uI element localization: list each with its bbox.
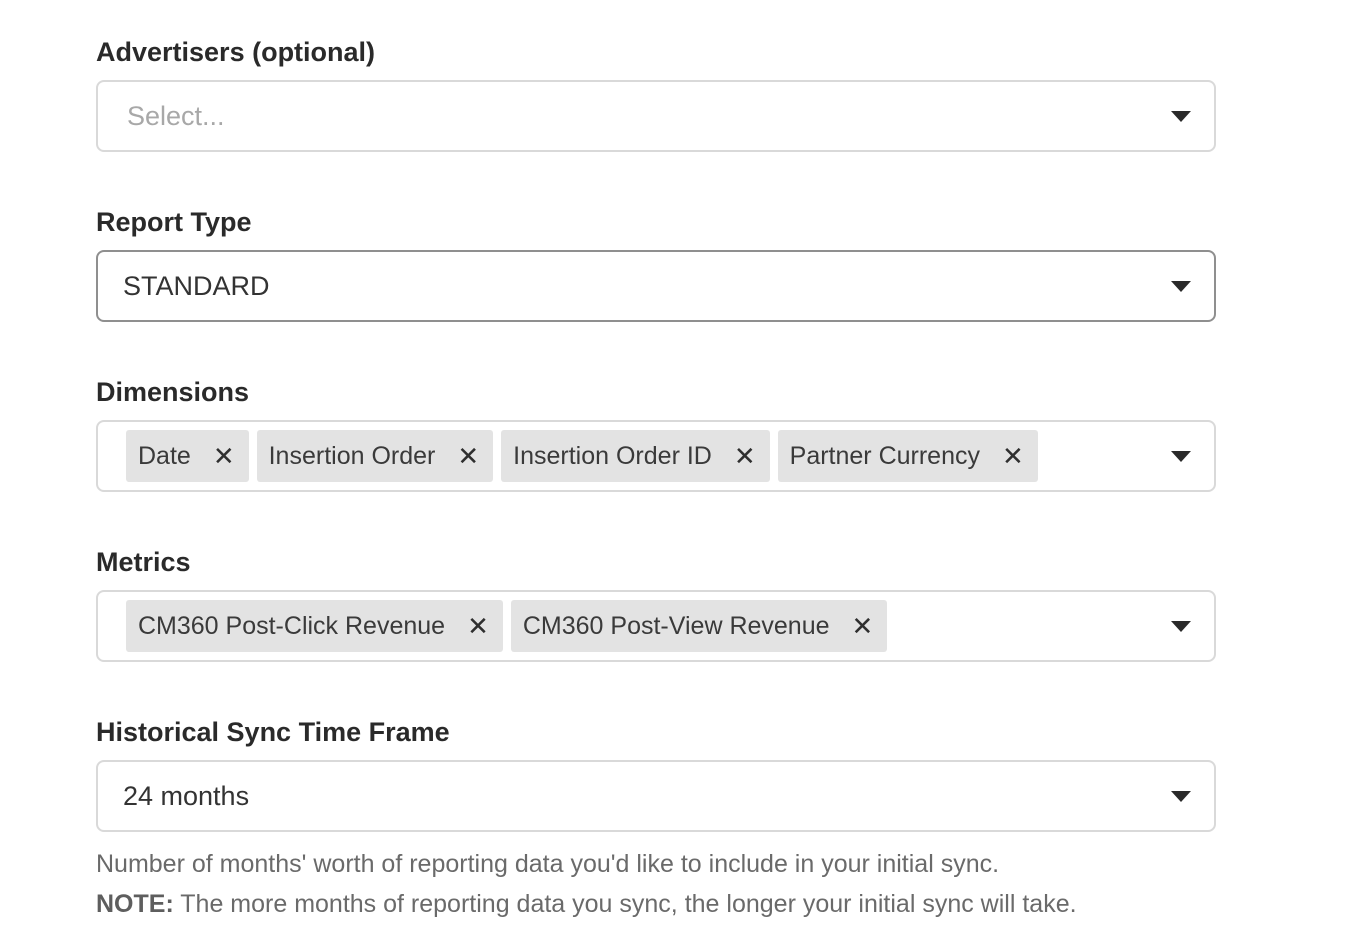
dimensions-field: Dimensions Date ✕ Insertion Order ✕ Inse…	[96, 374, 1216, 492]
report-type-value: STANDARD	[123, 270, 270, 301]
historical-sync-value: 24 months	[123, 780, 250, 811]
metrics-multiselect[interactable]: CM360 Post-Click Revenue ✕ CM360 Post-Vi…	[96, 590, 1216, 662]
dimensions-label: Dimensions	[96, 377, 250, 407]
historical-sync-select[interactable]: 24 months	[96, 760, 1216, 832]
historical-sync-label: Historical Sync Time Frame	[96, 717, 450, 747]
chip-label: Partner Currency	[789, 441, 980, 470]
chip-label: CM360 Post-Click Revenue	[138, 611, 446, 640]
report-type-field: Report Type STANDARD	[96, 204, 1216, 322]
close-icon[interactable]: ✕	[435, 430, 493, 482]
chip-label: Insertion Order	[268, 441, 436, 470]
help-text: Number of months' worth of reporting dat…	[96, 850, 1000, 878]
report-type-select[interactable]: STANDARD	[96, 250, 1216, 322]
caret-down-icon[interactable]	[1171, 111, 1191, 122]
close-icon[interactable]: ✕	[191, 430, 249, 482]
advertisers-placeholder: Select...	[127, 100, 225, 131]
historical-sync-field: Historical Sync Time Frame 24 months Num…	[96, 714, 1216, 924]
dimensions-multiselect[interactable]: Date ✕ Insertion Order ✕ Insertion Order…	[96, 420, 1216, 492]
caret-down-icon[interactable]	[1171, 791, 1191, 802]
metrics-field: Metrics CM360 Post-Click Revenue ✕ CM360…	[96, 544, 1216, 662]
caret-down-icon[interactable]	[1171, 621, 1191, 632]
close-icon[interactable]: ✕	[980, 430, 1038, 482]
advertisers-field: Advertisers (optional) Select...	[96, 34, 1216, 152]
advertisers-label: Advertisers (optional)	[96, 37, 376, 67]
close-icon[interactable]: ✕	[712, 430, 770, 482]
chip-insertion-order: Insertion Order ✕	[256, 430, 494, 482]
report-settings-form: Advertisers (optional) Select... Report …	[96, 34, 1216, 924]
metrics-label: Metrics	[96, 547, 191, 577]
advertisers-select[interactable]: Select...	[96, 80, 1216, 152]
chip-cm360-post-view-revenue: CM360 Post-View Revenue ✕	[510, 600, 888, 652]
chip-label: CM360 Post-View Revenue	[522, 611, 830, 640]
chip-date: Date ✕	[126, 430, 249, 482]
close-icon[interactable]: ✕	[445, 600, 503, 652]
report-type-label: Report Type	[96, 207, 252, 237]
caret-down-icon[interactable]	[1171, 281, 1191, 292]
chip-insertion-order-id: Insertion Order ID ✕	[501, 430, 770, 482]
historical-sync-help: Number of months' worth of reporting dat…	[96, 844, 1216, 924]
dimensions-chips: Date ✕ Insertion Order ✕ Insertion Order…	[98, 430, 1038, 482]
chip-label: Insertion Order ID	[513, 441, 712, 470]
caret-down-icon[interactable]	[1171, 451, 1191, 462]
chip-cm360-post-click-revenue: CM360 Post-Click Revenue ✕	[126, 600, 503, 652]
metrics-chips: CM360 Post-Click Revenue ✕ CM360 Post-Vi…	[98, 600, 888, 652]
note-label: NOTE:	[96, 890, 174, 918]
note-line: NOTE: The more months of reporting data …	[96, 884, 1216, 924]
chip-partner-currency: Partner Currency ✕	[777, 430, 1038, 482]
note-text: The more months of reporting data you sy…	[173, 890, 1077, 918]
chip-label: Date	[138, 441, 191, 470]
close-icon[interactable]: ✕	[830, 600, 888, 652]
